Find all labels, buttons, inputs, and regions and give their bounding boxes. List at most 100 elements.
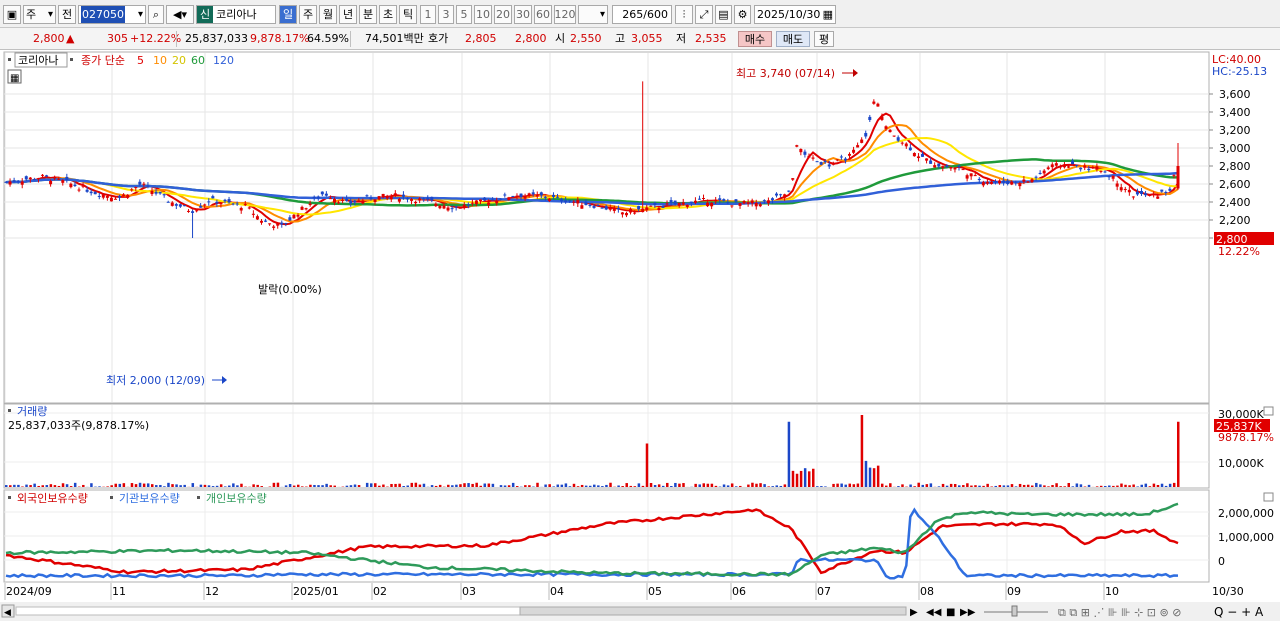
zoom-controls[interactable]: Q − + A [1214, 605, 1264, 619]
rewind-icon[interactable]: ◀◀ [926, 607, 942, 618]
volume-bar [1140, 484, 1144, 487]
num-button-30[interactable]: 30 [514, 5, 532, 24]
volume-bar [313, 484, 316, 487]
quote-bar: 2,800 ▲ 305 +12.22% 25,837,033 9,878.17%… [0, 28, 1280, 50]
volume-bar [747, 484, 750, 487]
candle-body [746, 202, 750, 204]
volume-bar [288, 484, 292, 487]
save-icon[interactable]: ▤ [715, 5, 732, 24]
zoom-slider[interactable] [1011, 605, 1018, 617]
chart-tools-icons[interactable]: ⧉ ⧉ ⊞ ⋰ ⊪ ⊪ ⊹ ⊡ ⊚ ⊘ [1058, 606, 1181, 619]
num-button-60[interactable]: 60 [534, 5, 552, 24]
fast-forward-icon[interactable]: ▶▶ [960, 607, 976, 618]
tab-tick[interactable]: 틱 [399, 5, 417, 24]
candle-body [1026, 181, 1030, 183]
candle-body [470, 202, 474, 204]
table-icon[interactable]: ▦ [10, 73, 19, 84]
candle-body [466, 204, 470, 206]
open-price: 2,550 [570, 32, 602, 45]
candle-body [381, 193, 385, 198]
candle-body [730, 205, 734, 207]
play-icon[interactable]: ▶ [910, 607, 918, 618]
candle-body [65, 176, 69, 180]
name-field[interactable]: 신 코리아나 [196, 5, 276, 24]
code-input[interactable]: 027050 ▾ [78, 5, 146, 24]
volume-bar [568, 486, 572, 487]
tab-month[interactable]: 월 [319, 5, 337, 24]
volume-bar [633, 486, 637, 487]
date-tick-label: 05 [648, 585, 662, 598]
speaker-icon[interactable]: ◀▾ [166, 5, 194, 24]
candle-body [937, 163, 941, 167]
panel-close-icon[interactable] [1263, 406, 1274, 416]
candle-body [77, 189, 81, 191]
mid-annotation: 발락(0.00%) [258, 283, 322, 296]
tab-minute[interactable]: 분 [359, 5, 377, 24]
volume-bar [637, 483, 641, 487]
scroll-left-icon[interactable]: ◀ [4, 608, 11, 618]
volume-bar [406, 485, 409, 487]
scroll-thumb[interactable] [519, 606, 907, 616]
candle-body [734, 199, 738, 202]
candle-body [693, 200, 697, 203]
num-button-10[interactable]: 10 [474, 5, 492, 24]
prev-button[interactable]: 전 [58, 5, 76, 24]
volume-bar [560, 484, 564, 487]
search-icon[interactable]: ⌕ [148, 5, 164, 24]
gear-icon[interactable]: ⚙ [734, 5, 751, 24]
volume-bar [507, 485, 511, 487]
date-tick-label: 2025/01 [293, 585, 339, 598]
candle-body [560, 198, 564, 202]
period-select[interactable]: 주 ▾ [23, 5, 56, 24]
candle-body [981, 182, 985, 186]
candle-icon[interactable]: ⫶ [675, 5, 693, 24]
volume-bar [1177, 421, 1180, 487]
layout-icon[interactable]: ▣ [3, 5, 21, 24]
volume-bar [791, 470, 795, 487]
volume-bar [13, 484, 16, 487]
volume-bar [885, 485, 888, 487]
candle-body [195, 210, 199, 212]
tab-year[interactable]: 년 [339, 5, 357, 24]
stop-icon[interactable]: ■ [946, 607, 955, 618]
num-button-20[interactable]: 20 [494, 5, 512, 24]
candle-body [438, 205, 442, 209]
volume-bar [382, 484, 385, 487]
num-button-5[interactable]: 5 [456, 5, 472, 24]
zoom-icon[interactable]: ⤢ [695, 5, 713, 24]
panel-close-icon[interactable] [1263, 492, 1274, 502]
volume-bar [978, 485, 981, 487]
volume-bar [949, 483, 953, 487]
volume-bar [998, 485, 1002, 487]
candle-body [726, 202, 730, 204]
num-button-1[interactable]: 1 [420, 5, 436, 24]
sell-button[interactable]: 매도 [776, 31, 810, 47]
volume-bar [872, 468, 876, 487]
candle-body [702, 198, 706, 200]
volume-bar [301, 486, 304, 487]
candle-body [576, 200, 580, 204]
candle-body [641, 208, 645, 213]
volume-bar [292, 485, 296, 487]
bottom-scrollbar[interactable]: ◀ ▶ ◀◀ ■ ▶▶ ⧉ ⧉ ⊞ ⋰ ⊪ ⊪ ⊹ ⊡ ⊚ ⊘ Q − + A [0, 602, 1280, 621]
volume-bar [37, 485, 40, 487]
candle-body [633, 212, 637, 214]
num-button-3[interactable]: 3 [438, 5, 454, 24]
tab-second[interactable]: 초 [379, 5, 397, 24]
eval-button[interactable]: 평 [814, 31, 834, 47]
candle-body [710, 202, 714, 207]
tab-day[interactable]: 일 [279, 5, 297, 24]
date-field[interactable]: 2025/10/30 ▦ [754, 5, 836, 24]
candle-body [61, 180, 65, 183]
tab-week[interactable]: 주 [299, 5, 317, 24]
volume-bar [730, 483, 734, 487]
volume-bar [459, 484, 462, 487]
num-button-120[interactable]: 120 [554, 5, 576, 24]
candle-body [45, 175, 49, 177]
count-field[interactable]: 265/600 [612, 5, 672, 24]
price-change: 305 [107, 32, 128, 45]
buy-button[interactable]: 매수 [738, 31, 772, 47]
stock-chart[interactable]: 코리아나 종가 단순 5 10 20 60 120 ▦ LC:40.00 HC:… [0, 50, 1280, 621]
volume-bar [901, 484, 904, 487]
interval-select[interactable]: ▾ [578, 5, 608, 24]
